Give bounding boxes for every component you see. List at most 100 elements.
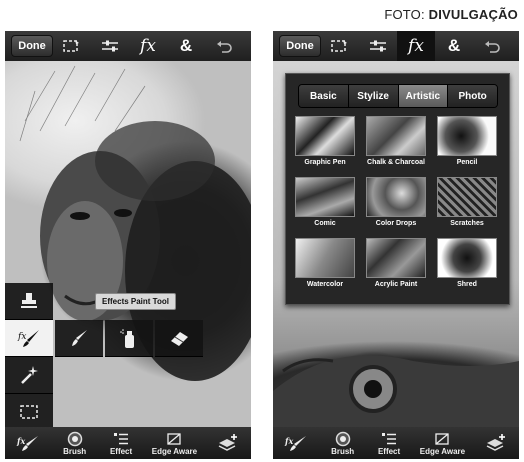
adjustments-icon[interactable]: [91, 31, 129, 61]
selection-tool-icon[interactable]: [321, 31, 359, 61]
done-button[interactable]: Done: [279, 35, 321, 57]
fx-icon: fx: [140, 36, 156, 56]
effect-comic[interactable]: Comic: [295, 177, 355, 227]
effect-shred[interactable]: Shred: [437, 238, 497, 288]
effect-thumbnail: [437, 238, 497, 278]
brush-settings-button[interactable]: Brush: [319, 427, 365, 459]
eraser-icon: [171, 332, 188, 346]
svg-text:fx: fx: [16, 436, 25, 446]
marquee-icon: [20, 405, 38, 419]
svg-text:fx: fx: [284, 436, 293, 446]
fx-brush-icon: fx: [284, 436, 307, 451]
edge-aware-label: Edge Aware: [419, 447, 466, 456]
brush-label: Brush: [331, 447, 355, 456]
top-toolbar: Done fx &: [5, 31, 251, 61]
bottom-toolbar: fx Brush Effect Edge Aware: [273, 427, 519, 459]
effect-pencil[interactable]: Pencil: [437, 116, 497, 166]
magic-wand-tool[interactable]: [5, 357, 53, 394]
effect-thumbnail: [366, 177, 426, 217]
effect-category-tabs: Basic Stylize Artistic Photo: [298, 84, 498, 108]
brush-icon: [72, 330, 87, 346]
effect-label: Color Drops: [375, 220, 417, 227]
edge-aware-label: Edge Aware: [151, 447, 198, 456]
bottom-toolbar: fx Brush Effect Edge Aware: [5, 427, 251, 459]
fx-icon: fx: [408, 36, 424, 56]
ampersand-icon: &: [447, 36, 461, 55]
effect-thumbnail: [295, 238, 355, 278]
effect-thumbnail: [437, 177, 497, 217]
brush-circle-icon: [335, 431, 350, 446]
tab-artistic[interactable]: Artistic: [398, 85, 449, 107]
layers-add-icon: [486, 434, 505, 451]
credit-prefix: FOTO:: [384, 7, 429, 22]
undo-icon[interactable]: [473, 31, 511, 61]
brush-settings-button[interactable]: Brush: [51, 427, 97, 459]
svg-text:fx: fx: [17, 332, 26, 342]
effect-list-icon: [382, 432, 397, 444]
effect-settings-button[interactable]: Effect: [366, 427, 412, 459]
selection-tool-icon[interactable]: [53, 31, 91, 61]
fx-brush-mode-button[interactable]: fx: [5, 427, 51, 459]
stamp-tool[interactable]: [5, 283, 53, 320]
effect-graphic-pen[interactable]: Graphic Pen: [295, 116, 355, 166]
spray-can-icon: [120, 329, 134, 348]
effects-paint-tool-tooltip: Effects Paint Tool: [95, 293, 176, 310]
photo-credit: FOTO: DIVULGAÇÃO: [384, 7, 518, 22]
effect-thumbnail: [295, 116, 355, 156]
ampersand-icon: &: [179, 36, 193, 55]
spray-tool[interactable]: [105, 320, 153, 357]
credit-name: DIVULGAÇÃO: [428, 7, 518, 22]
edge-aware-button[interactable]: Edge Aware: [412, 427, 472, 459]
fx-brush-mode-button[interactable]: fx: [273, 427, 319, 459]
effect-label: Effect: [109, 447, 133, 456]
layers-button[interactable]: [205, 427, 251, 459]
brush-label: Brush: [63, 447, 87, 456]
effect-label: Shred: [457, 281, 477, 288]
eraser-tool[interactable]: [155, 320, 203, 357]
top-toolbar: Done fx &: [273, 31, 519, 61]
effect-label: Effect: [377, 447, 401, 456]
undo-icon[interactable]: [205, 31, 243, 61]
effect-settings-button[interactable]: Effect: [98, 427, 144, 459]
effect-thumbnail: [366, 116, 426, 156]
effect-chalk-charcoal[interactable]: Chalk & Charcoal: [366, 116, 426, 166]
adjustments-icon[interactable]: [359, 31, 397, 61]
tab-basic[interactable]: Basic: [299, 85, 349, 107]
effects-panel: Basic Stylize Artistic Photo Graphic Pen…: [285, 73, 510, 305]
effect-thumbnail: [437, 116, 497, 156]
effect-thumbnail: [366, 238, 426, 278]
effect-watercolor[interactable]: Watercolor: [295, 238, 355, 288]
effects-tab[interactable]: fx: [129, 31, 167, 61]
effect-thumbnail: [295, 177, 355, 217]
brush-circle-icon: [67, 431, 82, 446]
layers-combine-tab[interactable]: &: [435, 31, 473, 61]
effect-label: Scratches: [450, 220, 484, 227]
effect-label: Comic: [314, 220, 336, 227]
tab-stylize[interactable]: Stylize: [348, 85, 399, 107]
fx-brush-icon: fx: [17, 330, 39, 347]
effects-tab[interactable]: fx: [397, 31, 435, 61]
layers-combine-tab[interactable]: &: [167, 31, 205, 61]
fx-brush-icon: fx: [16, 436, 39, 451]
tab-photo[interactable]: Photo: [448, 85, 497, 107]
left-phone-screen: Done fx & fx Effects Paint Tool fx Brush…: [5, 31, 251, 459]
effect-list-icon: [114, 432, 129, 444]
effect-scratches[interactable]: Scratches: [437, 177, 497, 227]
edge-aware-button[interactable]: Edge Aware: [144, 427, 204, 459]
right-phone-screen: Done fx & Basic Stylize Artistic Photo G…: [273, 31, 519, 459]
marquee-tool[interactable]: [5, 394, 53, 431]
effect-label: Chalk & Charcoal: [367, 159, 425, 166]
effects-brush-tool[interactable]: fx: [5, 320, 53, 357]
stamp-icon: [21, 293, 37, 308]
effect-label: Watercolor: [306, 281, 344, 288]
effect-acrylic-paint[interactable]: Acrylic Paint: [366, 238, 426, 288]
effect-label: Graphic Pen: [304, 159, 346, 166]
brush-tool[interactable]: [55, 320, 103, 357]
layers-button[interactable]: [473, 427, 519, 459]
effect-color-drops[interactable]: Color Drops: [366, 177, 426, 227]
effect-label: Pencil: [456, 159, 478, 166]
edge-aware-icon: [435, 432, 450, 445]
done-button[interactable]: Done: [11, 35, 53, 57]
effect-label: Acrylic Paint: [374, 281, 418, 288]
layers-add-icon: [218, 434, 237, 451]
